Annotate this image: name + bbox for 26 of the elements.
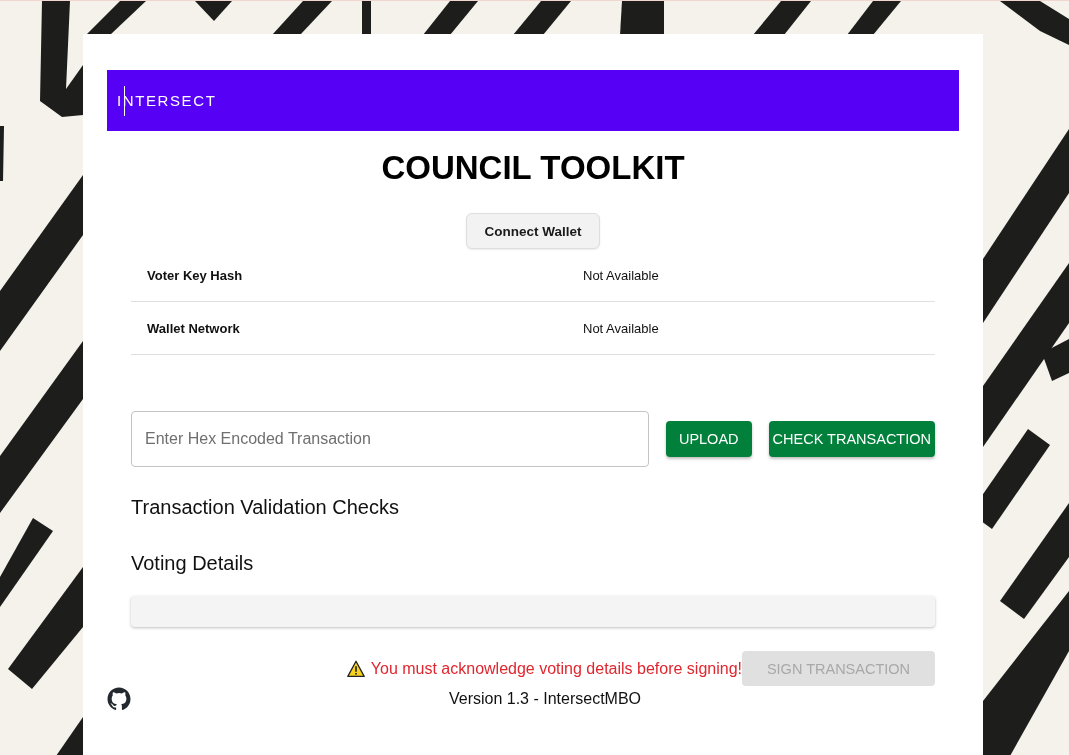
background-stripe bbox=[362, 1, 371, 35]
section-heading: Voting Details bbox=[131, 551, 255, 575]
page-title: COUNCIL TOOLKIT bbox=[380, 150, 686, 186]
section-heading: Transaction Validation Checks bbox=[131, 495, 400, 519]
info-label: Voter Key Hash bbox=[146, 267, 244, 283]
info-value: Not Available bbox=[583, 267, 659, 283]
background-stripe bbox=[513, 1, 571, 35]
background-stripe bbox=[620, 1, 664, 35]
check-transaction-button[interactable]: CHECK TRANSACTION bbox=[768, 421, 935, 457]
background-stripe bbox=[195, 1, 232, 21]
info-label: Wallet Network bbox=[146, 320, 241, 336]
transaction-input-field[interactable]: Enter Hex Encoded Transaction bbox=[131, 411, 649, 467]
background-stripe bbox=[272, 1, 332, 35]
github-icon[interactable] bbox=[107, 687, 131, 711]
info-value: Not Available bbox=[583, 320, 659, 336]
background-stripe bbox=[847, 1, 901, 35]
version-text: Version 1.3 - IntersectMBO bbox=[447, 690, 643, 708]
background-stripe bbox=[423, 1, 478, 35]
warning-icon bbox=[346, 659, 365, 678]
connect-wallet-button[interactable]: Connect Wallet bbox=[466, 213, 600, 249]
background-stripe bbox=[1000, 1, 1069, 45]
background-stripe bbox=[753, 1, 811, 35]
warning-message: You must acknowledge voting details before signing! bbox=[370, 659, 742, 678]
background-stripe bbox=[86, 1, 146, 35]
upload-button[interactable]: UPLOAD bbox=[665, 421, 752, 457]
background-stripe bbox=[56, 717, 83, 755]
